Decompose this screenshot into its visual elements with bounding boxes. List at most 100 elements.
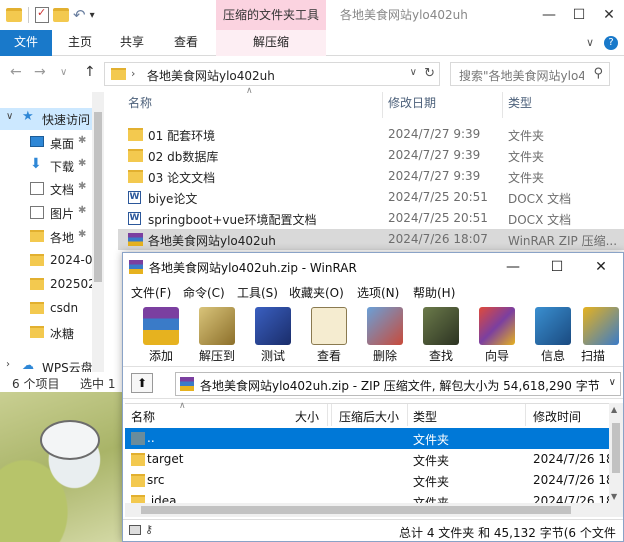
minimize-icon[interactable]: —	[491, 253, 535, 281]
close-icon[interactable]: ✕	[579, 253, 623, 281]
sidebar-item-folder[interactable]: 冰糖	[0, 322, 92, 344]
archive-row[interactable]: target 文件夹 2024/7/26 18	[125, 449, 614, 470]
archive-row-selected[interactable]: .. 文件夹	[125, 428, 609, 449]
file-name: 02 db数据库	[148, 150, 219, 164]
refresh-icon[interactable]: ↻	[424, 66, 435, 81]
chevron-down-icon[interactable]: ∨	[410, 67, 417, 78]
column-divider[interactable]	[525, 404, 526, 426]
sidebar-item-label: csdn	[50, 301, 79, 315]
sidebar-item-pictures[interactable]: 图片 ✱	[0, 202, 92, 224]
archive-path-dropdown[interactable]: 各地美食网站ylo402uh.zip - ZIP 压缩文件, 解包大小为 54,…	[175, 372, 621, 396]
new-folder-icon[interactable]	[53, 8, 69, 22]
delete-button[interactable]: 删除	[357, 305, 413, 365]
menu-commands[interactable]: 命令(C)	[183, 284, 225, 301]
column-divider[interactable]	[327, 404, 328, 426]
menu-tools[interactable]: 工具(S)	[237, 284, 278, 301]
tab-extract[interactable]: 解压缩	[216, 30, 326, 56]
column-header-type[interactable]: 类型	[508, 94, 532, 111]
sidebar-item-label: 下载	[50, 160, 75, 174]
back-icon[interactable]: ←	[10, 64, 22, 80]
file-row[interactable]: 03 论文文档 2024/7/27 9:39 文件夹	[118, 166, 624, 187]
test-button[interactable]: 测试	[245, 305, 301, 365]
up-one-level-button[interactable]: ⬆	[131, 373, 153, 393]
wizard-button[interactable]: 向导	[469, 305, 525, 365]
column-header-packed-size[interactable]: 压缩后大小	[339, 408, 399, 425]
explorer-titlebar: ↶ ▾ 压缩的文件夹工具 各地美食网站ylo402uh — ☐ ✕	[0, 0, 624, 30]
scroll-down-icon[interactable]: ▼	[611, 492, 617, 501]
maximize-icon[interactable]: ☐	[535, 253, 579, 281]
folder-icon	[30, 326, 44, 338]
search-icon[interactable]: ⚲	[593, 66, 603, 81]
scroll-thumb[interactable]	[612, 423, 620, 473]
parent-folder-icon	[131, 432, 145, 445]
file-row[interactable]: 02 db数据库 2024/7/27 9:39 文件夹	[118, 145, 624, 166]
up-icon[interactable]: ↑	[84, 64, 96, 80]
column-header-size[interactable]: 大小	[295, 408, 319, 425]
undo-icon[interactable]: ↶	[73, 6, 86, 24]
column-header-name[interactable]: 名称	[131, 408, 155, 425]
menu-options[interactable]: 选项(N)	[357, 284, 399, 301]
properties-icon[interactable]	[35, 6, 49, 23]
info-button[interactable]: 信息	[525, 305, 581, 365]
column-header-name[interactable]: 名称	[128, 94, 152, 111]
sidebar-item-folder[interactable]: csdn	[0, 298, 92, 320]
sidebar-item-desktop[interactable]: 桌面 ✱	[0, 132, 92, 154]
column-header-date[interactable]: 修改日期	[388, 94, 436, 111]
file-date: 2024/7/26 18:07	[388, 232, 488, 246]
tab-share[interactable]: 共享	[108, 30, 156, 56]
test-icon	[255, 307, 291, 345]
sidebar-item-downloads[interactable]: ⬇ 下载 ✱	[0, 155, 92, 177]
find-button[interactable]: 查找	[413, 305, 469, 365]
close-icon[interactable]: ✕	[594, 0, 624, 30]
menu-favorites[interactable]: 收藏夹(O)	[289, 284, 344, 301]
scroll-up-icon[interactable]: ▲	[611, 405, 617, 414]
nav-scrollbar[interactable]	[92, 92, 104, 372]
menu-file[interactable]: 文件(F)	[131, 284, 171, 301]
chevron-down-icon[interactable]: ∨	[6, 111, 13, 122]
chevron-down-icon[interactable]: ▾	[90, 10, 95, 21]
column-divider[interactable]	[331, 404, 332, 426]
scroll-thumb[interactable]	[94, 112, 102, 282]
file-row[interactable]: 01 配套环境 2024/7/27 9:39 文件夹	[118, 124, 624, 145]
file-row[interactable]: W biye论文 2024/7/25 20:51 DOCX 文档	[118, 187, 624, 208]
view-button[interactable]: 查看	[301, 305, 357, 365]
archive-row[interactable]: src 文件夹 2024/7/26 18	[125, 470, 614, 491]
minimize-icon[interactable]: —	[534, 0, 564, 30]
column-header-modified[interactable]: 修改时间	[533, 408, 581, 425]
column-header-type[interactable]: 类型	[413, 408, 437, 425]
column-divider[interactable]	[382, 92, 383, 118]
recent-chevron-icon[interactable]: ∨	[60, 67, 67, 78]
menu-help[interactable]: 帮助(H)	[413, 284, 455, 301]
list-vertical-scrollbar[interactable]: ▲ ▼	[609, 403, 623, 503]
file-row-selected[interactable]: 各地美食网站ylo402uh 2024/7/26 18:07 WinRAR ZI…	[118, 229, 624, 250]
forward-icon[interactable]: →	[34, 64, 46, 80]
tab-view[interactable]: 查看	[160, 30, 212, 56]
file-row[interactable]: W springboot+vue环境配置文档 2024/7/25 20:51 D…	[118, 208, 624, 229]
column-divider[interactable]	[407, 404, 408, 426]
sidebar-item-folder[interactable]: 各地 ✱	[0, 226, 92, 248]
scroll-thumb[interactable]	[141, 506, 571, 514]
sidebar-item-quick-access[interactable]: ∨ ★ 快速访问	[0, 108, 92, 130]
tab-home[interactable]: 主页	[56, 30, 104, 56]
item-count: 6 个项目	[12, 377, 60, 391]
entry-type: 文件夹	[413, 433, 450, 447]
sidebar-item-folder[interactable]: 202502	[0, 274, 92, 296]
extract-to-button[interactable]: 解压到	[189, 305, 245, 365]
help-icon[interactable]: ?	[604, 36, 618, 50]
address-bar[interactable]: › 各地美食网站ylo402uh ∨ ↻	[104, 62, 440, 86]
address-row: ← → ∨ ↑ › 各地美食网站ylo402uh ∨ ↻ 搜索"各地美食网站yl…	[0, 56, 624, 92]
scan-button[interactable]: 扫描	[577, 305, 621, 365]
add-button[interactable]: 添加	[133, 305, 189, 365]
chevron-down-icon[interactable]: ∨	[609, 377, 616, 388]
sidebar-item-documents[interactable]: 文档 ✱	[0, 178, 92, 200]
sidebar-item-folder[interactable]: 2024-0	[0, 250, 92, 272]
search-input[interactable]: 搜索"各地美食网站ylo4... ⚲	[450, 62, 610, 86]
maximize-icon[interactable]: ☐	[564, 0, 594, 30]
list-horizontal-scrollbar[interactable]	[125, 503, 623, 517]
file-type: 文件夹	[508, 150, 545, 164]
chevron-down-icon[interactable]: ∨	[586, 36, 594, 50]
breadcrumb[interactable]: 各地美食网站ylo402uh	[147, 67, 275, 84]
column-divider[interactable]	[502, 92, 503, 118]
tab-file[interactable]: 文件	[0, 30, 52, 56]
chevron-right-icon[interactable]: ›	[6, 359, 10, 370]
